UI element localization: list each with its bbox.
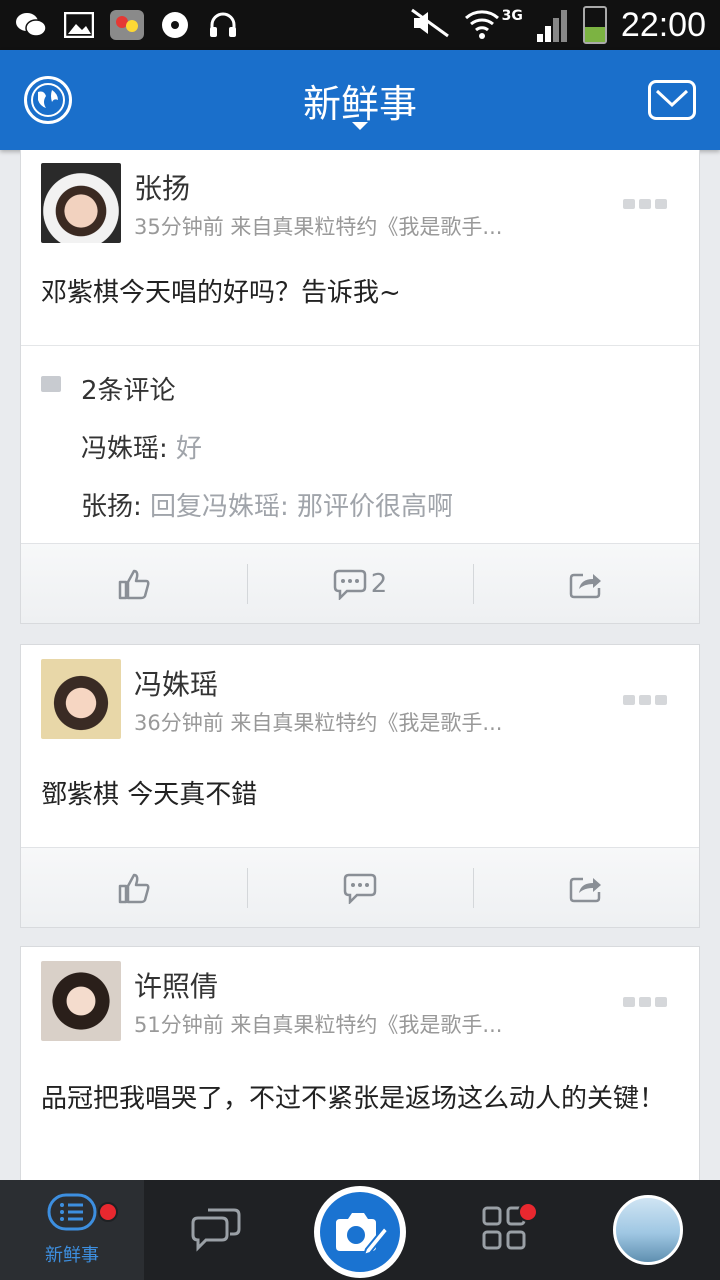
comment-text: 回复冯姝瑶: 那评价很高啊 bbox=[141, 492, 454, 522]
post-actions bbox=[21, 847, 699, 927]
comment-author: 张扬: bbox=[81, 492, 142, 522]
wechat-icon bbox=[14, 10, 48, 40]
tab-profile[interactable] bbox=[576, 1180, 720, 1280]
notification-badge bbox=[98, 1202, 118, 1222]
chevron-down-icon[interactable] bbox=[352, 122, 368, 130]
profile-avatar[interactable] bbox=[613, 1195, 683, 1265]
feed-list-icon bbox=[47, 1193, 97, 1235]
image-icon bbox=[62, 10, 96, 40]
post-meta: 36分钟前 来自真果粒特约《我是歌手... bbox=[134, 711, 503, 735]
avatar[interactable] bbox=[41, 659, 121, 739]
tab-publish[interactable] bbox=[288, 1180, 432, 1280]
post-author[interactable]: 许照倩 bbox=[134, 965, 218, 1005]
comment-count-label[interactable]: 2条评论 bbox=[81, 370, 176, 407]
post-text: 邓紫棋今天唱的好吗？告诉我~ bbox=[41, 278, 401, 308]
globe-icon[interactable] bbox=[24, 76, 72, 124]
camera-edit-icon bbox=[320, 1192, 400, 1272]
woo-app-icon bbox=[110, 10, 144, 40]
tab-messages[interactable] bbox=[144, 1180, 288, 1280]
comment-bubble-icon bbox=[343, 872, 377, 904]
avatar[interactable] bbox=[41, 163, 121, 243]
music-icon bbox=[158, 10, 192, 40]
comment-button[interactable] bbox=[247, 848, 473, 927]
comment-count: 2 bbox=[370, 568, 388, 599]
status-bar: 3G 22:00 bbox=[0, 0, 720, 50]
post-text: 品冠把我唱哭了，不过不紧张是返场这么动人的关键！ bbox=[41, 1084, 666, 1114]
post-actions: 2 bbox=[21, 543, 699, 623]
clock: 22:00 bbox=[620, 5, 706, 44]
tab-apps[interactable] bbox=[432, 1180, 576, 1280]
news-feed[interactable]: 张扬 35分钟前 来自真果粒特约《我是歌手... 邓紫棋今天唱的好吗？告诉我~ … bbox=[0, 150, 720, 1180]
avatar[interactable] bbox=[41, 961, 121, 1041]
post-meta: 35分钟前 来自真果粒特约《我是歌手... bbox=[134, 215, 503, 239]
like-button[interactable] bbox=[21, 544, 247, 623]
bottom-tab-bar: 新鲜事 bbox=[0, 1180, 720, 1280]
share-icon bbox=[569, 569, 603, 599]
post-author[interactable]: 冯姝瑶 bbox=[134, 663, 218, 703]
thumbs-up-icon bbox=[117, 872, 151, 904]
post-author[interactable]: 张扬 bbox=[134, 167, 190, 207]
tab-label: 新鲜事 bbox=[45, 1245, 99, 1266]
wifi-icon: 3G bbox=[464, 8, 523, 42]
page-title[interactable]: 新鲜事 bbox=[303, 73, 417, 128]
battery-icon bbox=[582, 6, 607, 44]
chat-bubbles-icon bbox=[190, 1204, 242, 1256]
comment-button[interactable]: 2 bbox=[247, 544, 473, 623]
share-button[interactable] bbox=[473, 848, 699, 927]
top-navigation-bar: 新鲜事 bbox=[0, 50, 720, 150]
tab-feed[interactable]: 新鲜事 bbox=[0, 1180, 144, 1280]
more-options-icon[interactable] bbox=[623, 199, 667, 209]
comment-author: 冯姝瑶: bbox=[81, 434, 168, 464]
notification-badge bbox=[518, 1202, 538, 1222]
publish-button[interactable] bbox=[314, 1186, 406, 1278]
post-meta: 51分钟前 来自真果粒特约《我是歌手... bbox=[134, 1013, 503, 1037]
mute-icon bbox=[410, 8, 450, 42]
post-card: 张扬 35分钟前 来自真果粒特约《我是歌手... 邓紫棋今天唱的好吗？告诉我~ … bbox=[20, 150, 700, 624]
mail-icon[interactable] bbox=[648, 80, 696, 120]
comment-item[interactable]: 张扬: 回复冯姝瑶: 那评价很高啊 bbox=[81, 486, 453, 523]
more-options-icon[interactable] bbox=[623, 997, 667, 1007]
more-options-icon[interactable] bbox=[623, 695, 667, 705]
signal-icon bbox=[536, 8, 569, 42]
thumbs-up-icon bbox=[117, 568, 151, 600]
comments-section: 2条评论 冯姝瑶: 好 张扬: 回复冯姝瑶: 那评价很高啊 bbox=[21, 345, 699, 543]
comment-icon bbox=[41, 376, 61, 392]
comment-text: 好 bbox=[167, 434, 203, 464]
headphones-icon bbox=[206, 10, 240, 40]
comment-bubble-icon bbox=[333, 568, 367, 600]
comment-item[interactable]: 冯姝瑶: 好 bbox=[81, 428, 202, 465]
post-card: 许照倩 51分钟前 来自真果粒特约《我是歌手... 品冠把我唱哭了，不过不紧张是… bbox=[20, 946, 700, 1180]
like-button[interactable] bbox=[21, 848, 247, 927]
post-card: 冯姝瑶 36分钟前 来自真果粒特约《我是歌手... 鄧紫棋 今天真不錯 bbox=[20, 644, 700, 928]
network-type: 3G bbox=[501, 8, 523, 24]
share-icon bbox=[569, 873, 603, 903]
share-button[interactable] bbox=[473, 544, 699, 623]
post-text: 鄧紫棋 今天真不錯 bbox=[41, 780, 258, 810]
